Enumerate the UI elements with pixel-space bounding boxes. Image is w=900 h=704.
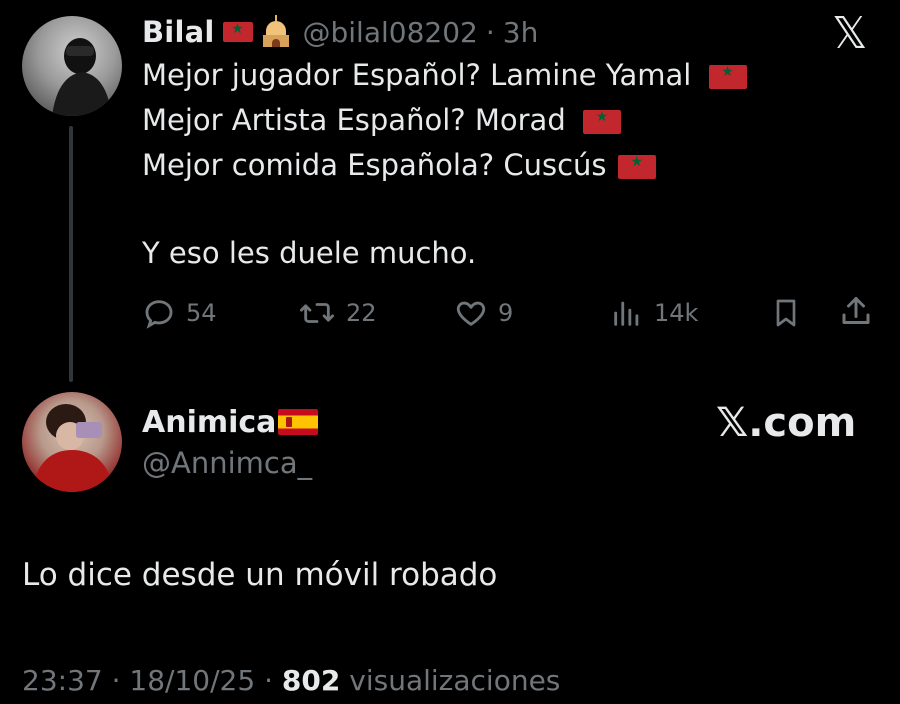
author-handle[interactable]: @bilal08202	[303, 16, 478, 49]
tweet-line-3-text: Mejor comida Española? Cuscús	[142, 148, 607, 182]
xcom-watermark: 𝕏.com	[716, 400, 857, 446]
views-count: 14k	[654, 299, 699, 327]
post-date[interactable]: 18/10/25	[129, 664, 255, 697]
bookmark-icon	[770, 296, 802, 330]
thread-connector-line	[69, 126, 73, 382]
author-name[interactable]: Bilal	[142, 15, 215, 49]
repost-action[interactable]: 22	[298, 296, 377, 330]
tweet-line-4-text: Y eso les duele mucho.	[142, 236, 477, 270]
share-button[interactable]	[838, 294, 874, 330]
morocco-flag-icon	[708, 64, 747, 89]
tweet-line-1-text: Mejor jugador Español? Lamine Yamal	[142, 58, 692, 92]
views-action[interactable]: 14k	[610, 296, 698, 330]
meta-separator: ·	[485, 15, 495, 49]
morocco-flag-icon	[222, 21, 253, 42]
reply-author-handle[interactable]: @Annimca_	[142, 446, 312, 480]
tweet-line-4: Y eso les duele mucho.	[142, 236, 476, 270]
like-action[interactable]: 9	[454, 296, 513, 330]
tweet-line-2-text: Mejor Artista Español? Morad	[142, 103, 566, 137]
post-views-count: 802	[281, 664, 341, 697]
reply-author-name[interactable]: Animica	[142, 405, 276, 440]
share-icon	[838, 294, 874, 330]
author-avatar[interactable]	[22, 16, 122, 116]
reply-header: Animica	[142, 402, 319, 442]
reply-text: Lo dice desde un móvil robado	[22, 557, 498, 593]
post-views-label: visualizaciones	[349, 664, 561, 697]
like-count: 9	[498, 299, 514, 327]
repost-count: 22	[346, 299, 377, 327]
tweet-header: Bilal @bilal08202 · 3h	[142, 14, 538, 50]
footer-separator: ·	[111, 664, 121, 697]
post-footer: 23:37 · 18/10/25 · 802 visualizaciones	[22, 664, 560, 697]
post-time[interactable]: 23:37	[22, 664, 103, 697]
morocco-flag-icon	[617, 154, 656, 179]
views-icon	[610, 296, 644, 330]
reply-count: 54	[186, 299, 217, 327]
reply-icon	[142, 296, 176, 330]
tweet-line-2: Mejor Artista Español? Morad	[142, 103, 621, 137]
tweet-time[interactable]: 3h	[503, 16, 539, 49]
repost-icon	[298, 296, 336, 330]
heart-icon	[454, 296, 488, 330]
x-logo-icon: 𝕏	[832, 8, 868, 59]
tweet-line-3: Mejor comida Española? Cuscús	[142, 148, 656, 182]
spain-flag-icon	[278, 409, 319, 435]
tweet-line-1: Mejor jugador Español? Lamine Yamal	[142, 58, 747, 92]
mosque-icon	[261, 15, 291, 49]
footer-separator: ·	[264, 664, 273, 697]
morocco-flag-icon	[582, 109, 621, 134]
reply-action[interactable]: 54	[142, 296, 217, 330]
bookmark-button[interactable]	[770, 296, 802, 330]
reply-author-avatar[interactable]	[22, 392, 122, 492]
